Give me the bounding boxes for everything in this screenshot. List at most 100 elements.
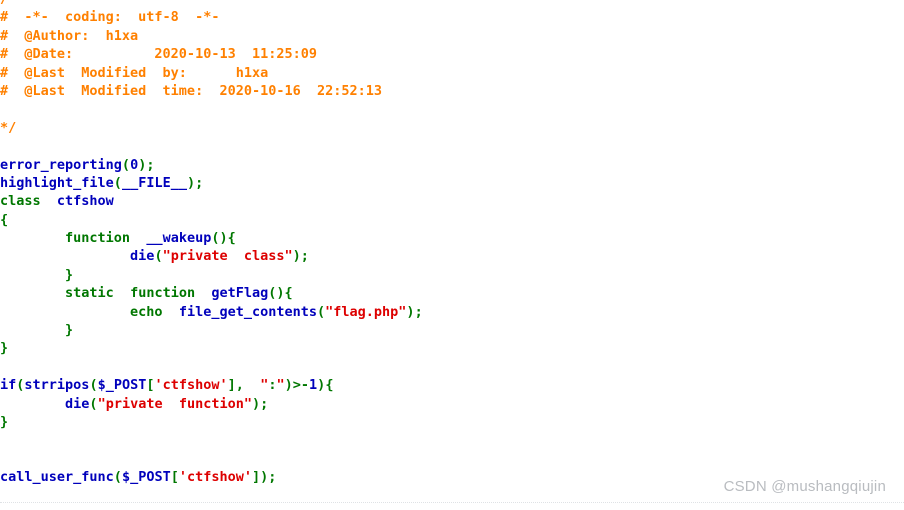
code-token-string: " <box>276 377 285 394</box>
code-token-keyword: ( <box>113 469 122 486</box>
code-line: function __wakeup(){ <box>0 229 904 247</box>
code-token-keyword: function <box>65 230 131 247</box>
code-token-string: "flag.php" <box>325 303 407 320</box>
code-token-comment: /* <box>0 0 16 7</box>
csdn-watermark: CSDN @mushangqiujin <box>723 478 886 495</box>
code-line: # @Last Modified by: h1xa <box>0 64 904 82</box>
code-token-html <box>0 322 65 338</box>
code-token-default: ctfshow <box>56 193 114 210</box>
code-line: # @Last Modified time: 2020-10-16 22:52:… <box>0 82 904 100</box>
code-token-default: error_reporting <box>0 156 122 173</box>
code-token-keyword: { <box>0 211 9 228</box>
code-token-html <box>163 304 179 320</box>
code-token-comment: */ <box>0 119 17 136</box>
code-token-default: 0 <box>130 156 139 173</box>
code-token-default: 1 <box>309 377 318 394</box>
code-line: error_reporting(0); <box>0 156 904 174</box>
code-token-html <box>0 267 65 283</box>
code-token-default: getFlag <box>211 285 269 302</box>
code-token-default: highlight_file <box>0 174 114 191</box>
code-token-default: $_POST <box>121 469 171 486</box>
code-token-keyword: ( <box>113 174 122 191</box>
code-token-keyword: ) <box>186 174 196 191</box>
code-token-keyword: { <box>284 285 293 302</box>
code-token-comment: # @Last Modified time: 2020-10-16 22:52:… <box>0 82 383 99</box>
code-token-keyword: ) <box>284 377 293 394</box>
php-source-code-block: /* # -*- coding: utf-8 -*- # @Author: h1… <box>0 0 904 487</box>
code-token-keyword: ] <box>252 469 261 486</box>
code-token-keyword: ; <box>260 395 269 412</box>
code-token-default: die <box>65 395 90 412</box>
code-token-keyword: } <box>0 413 9 430</box>
bottom-divider <box>0 502 904 503</box>
code-token-keyword: () <box>211 230 228 247</box>
code-token-default: __FILE__ <box>121 174 187 191</box>
code-token-keyword: function <box>130 285 196 302</box>
code-token-keyword: ( <box>121 156 131 173</box>
code-line: } <box>0 266 904 284</box>
code-token-comment: # @Author: h1xa <box>0 27 139 44</box>
code-line: highlight_file(__FILE__); <box>0 174 904 192</box>
code-token-html <box>0 396 65 412</box>
code-token-html <box>244 377 260 393</box>
code-token-default: $_POST <box>97 377 147 394</box>
code-token-comment: # @Date: 2020-10-13 11:25:09 <box>0 46 317 63</box>
code-token-keyword: ( <box>317 303 326 320</box>
code-token-keyword: } <box>65 322 74 339</box>
code-line: if(strripos($_POST['ctfshow'], ":")>-1){ <box>0 376 904 394</box>
code-line: /* <box>0 0 904 8</box>
code-line: } <box>0 321 904 339</box>
code-token-keyword: static <box>65 285 114 302</box>
code-token-keyword: ) <box>406 303 415 320</box>
code-token-html <box>0 285 65 301</box>
code-token-html <box>114 285 130 301</box>
code-token-keyword: ) <box>292 248 301 265</box>
code-line: { <box>0 211 904 229</box>
code-token-html <box>130 230 146 246</box>
code-line: } <box>0 339 904 357</box>
code-token-keyword: ) <box>252 395 261 412</box>
code-token-keyword: ( <box>89 377 98 394</box>
code-line: die("private class"); <box>0 247 904 265</box>
code-token-keyword: { <box>227 230 236 247</box>
code-token-keyword: echo <box>130 303 163 320</box>
code-token-default: strripos <box>24 377 90 394</box>
code-token-comment: # @Last Modified by: h1xa <box>0 64 269 81</box>
code-token-keyword: ], <box>227 377 244 394</box>
code-token-default: die <box>130 248 155 265</box>
code-token-html <box>0 248 130 264</box>
code-token-keyword: ; <box>414 303 423 320</box>
code-token-keyword: class <box>0 193 41 210</box>
code-line: # @Author: h1xa <box>0 27 904 45</box>
code-token-string: "private function" <box>97 395 252 412</box>
code-token-keyword: } <box>0 340 9 357</box>
code-line: } <box>0 413 904 431</box>
code-token-keyword: ; <box>195 174 204 191</box>
code-token-keyword: { <box>325 377 334 394</box>
code-line: */ <box>0 119 904 137</box>
code-token-keyword: ; <box>300 248 309 265</box>
code-token-string: "private class" <box>162 248 293 265</box>
code-token-html <box>0 304 130 320</box>
code-token-keyword: ; <box>146 156 155 173</box>
code-token-keyword: ( <box>154 248 163 265</box>
code-line: # @Date: 2020-10-13 11:25:09 <box>0 45 904 63</box>
code-token-default: __wakeup <box>146 230 212 247</box>
code-token-string: 'ctfshow' <box>154 377 228 394</box>
code-line: die("private function"); <box>0 395 904 413</box>
code-token-default: file_get_contents <box>178 303 317 320</box>
code-token-html <box>195 285 211 301</box>
code-token-keyword: [ <box>146 377 155 394</box>
code-token-comment: # -*- coding: utf-8 -*- <box>0 9 220 26</box>
code-token-default: call_user_func <box>0 469 114 486</box>
code-token-keyword: } <box>65 266 74 283</box>
code-token-string: 'ctfshow' <box>178 469 253 486</box>
code-line: # -*- coding: utf-8 -*- <box>0 8 904 26</box>
code-token-keyword: > <box>292 377 301 394</box>
code-line: echo file_get_contents("flag.php"); <box>0 303 904 321</box>
code-token-keyword: () <box>268 285 285 302</box>
